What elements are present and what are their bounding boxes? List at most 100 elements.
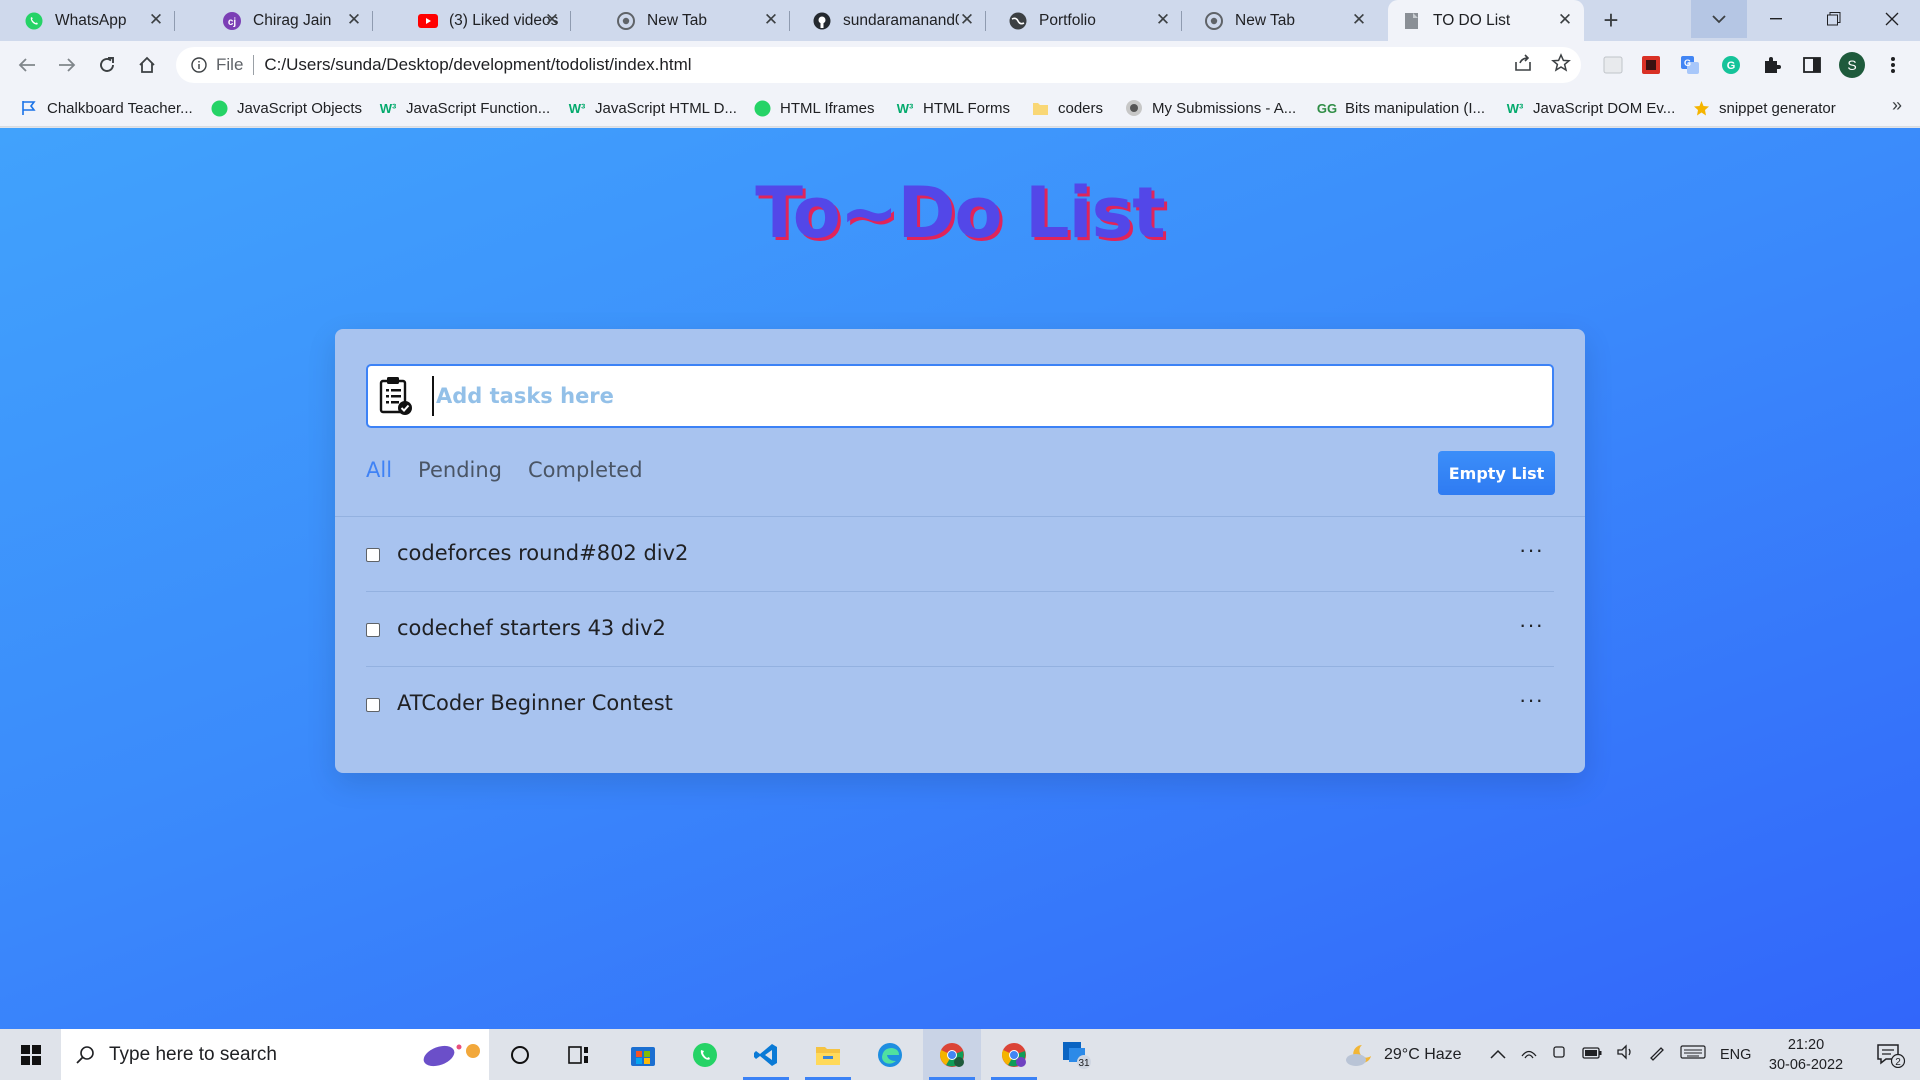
browser-menu-icon[interactable]	[1880, 52, 1906, 78]
address-bar[interactable]: File C:/Users/sunda/Desktop/development/…	[176, 47, 1581, 83]
task-label: codeforces round#802 div2	[397, 541, 689, 565]
info-icon[interactable]	[190, 56, 208, 74]
keyboard-icon[interactable]	[1680, 1044, 1706, 1065]
bookmark-item[interactable]: JavaScript Objects	[210, 97, 362, 119]
cj-logo-icon: cj	[222, 11, 242, 31]
page-viewport: To~Do List All Pending Completed Emp	[0, 128, 1920, 1029]
chrome-icon	[616, 11, 636, 31]
home-icon	[139, 56, 155, 73]
wifi-icon[interactable]	[1520, 1044, 1538, 1065]
page-icon	[1402, 11, 1422, 31]
tab-github[interactable]: sundaramanand0 ✕	[790, 0, 986, 41]
tab-close-icon[interactable]: ✕	[345, 10, 363, 29]
tab-close-icon[interactable]: ✕	[1154, 10, 1172, 29]
bookmark-item[interactable]: My Submissions - A...	[1125, 97, 1296, 119]
home-button[interactable]	[133, 51, 161, 79]
bookmark-item[interactable]: W³ JavaScript HTML D...	[568, 97, 737, 119]
minimize-button[interactable]	[1747, 0, 1805, 38]
bookmarks-overflow-button[interactable]: »	[1892, 95, 1902, 116]
cortana-icon[interactable]	[491, 1029, 549, 1080]
weather-widget[interactable]: 29°C Haze	[1344, 1029, 1462, 1080]
filter-pending[interactable]: Pending	[418, 458, 502, 482]
restore-button[interactable]	[1805, 0, 1863, 38]
bookmark-item[interactable]: Chalkboard Teacher...	[20, 97, 193, 119]
notification-center-icon[interactable]: 2	[1862, 1029, 1920, 1080]
filter-all[interactable]: All	[366, 458, 392, 482]
svg-text:2: 2	[1895, 1057, 1901, 1068]
microsoft-store-icon[interactable]	[614, 1029, 672, 1080]
bookmark-star-icon[interactable]	[1551, 53, 1571, 78]
bookmark-item[interactable]: HTML Iframes	[753, 97, 874, 119]
close-window-button[interactable]	[1863, 0, 1920, 38]
outlook-icon[interactable]: 31	[1047, 1029, 1105, 1080]
tab-whatsapp[interactable]: WhatsApp ✕	[0, 0, 175, 41]
side-panel-icon[interactable]	[1799, 52, 1825, 78]
arrow-right-icon	[59, 58, 76, 72]
bookmark-folder[interactable]: coders	[1031, 97, 1103, 119]
more-options-icon[interactable]: ···	[1519, 614, 1544, 636]
share-icon[interactable]	[1513, 53, 1533, 78]
svg-text:G: G	[1727, 60, 1736, 72]
file-explorer-icon[interactable]	[799, 1029, 857, 1080]
language-indicator[interactable]: ENG	[1720, 1047, 1751, 1063]
start-button[interactable]	[0, 1029, 61, 1080]
task-input[interactable]	[432, 376, 1532, 416]
chevron-down-icon	[1712, 14, 1726, 23]
tab-portfolio[interactable]: Portfolio ✕	[986, 0, 1182, 41]
bookmark-item[interactable]: W³ JavaScript Function...	[379, 97, 551, 119]
volume-icon[interactable]	[1616, 1044, 1634, 1065]
tab-close-icon[interactable]: ✕	[958, 10, 976, 29]
extension-translate-icon[interactable]: G	[1677, 52, 1703, 78]
forward-button[interactable]	[53, 51, 81, 79]
extensions-puzzle-icon[interactable]	[1759, 52, 1785, 78]
atcoder-icon	[1125, 99, 1143, 117]
pen-icon[interactable]	[1648, 1043, 1666, 1066]
bookmark-item[interactable]: W³ JavaScript DOM Ev...	[1506, 97, 1676, 119]
tab-close-icon[interactable]: ✕	[1556, 10, 1574, 29]
bookmark-item[interactable]: W³ HTML Forms	[896, 97, 1010, 119]
tab-new-tab-1[interactable]: New Tab ✕	[594, 0, 790, 41]
battery-icon[interactable]	[1582, 1046, 1602, 1064]
tab-chirag-jain[interactable]: cj Chirag Jain ✕	[198, 0, 373, 41]
chrome-app-icon[interactable]	[923, 1029, 981, 1080]
extension-pdf-icon[interactable]	[1638, 52, 1664, 78]
whatsapp-icon	[210, 99, 228, 117]
windows-logo-icon	[20, 1044, 41, 1065]
task-checkbox[interactable]	[366, 623, 380, 637]
task-checkbox[interactable]	[366, 698, 380, 712]
whatsapp-icon	[753, 99, 771, 117]
tab-close-icon[interactable]: ✕	[147, 10, 165, 29]
extension-pocket-icon[interactable]	[1600, 52, 1626, 78]
chevron-up-icon[interactable]	[1490, 1046, 1506, 1064]
tab-close-icon[interactable]: ✕	[543, 10, 561, 29]
new-tab-button[interactable]: +	[1598, 7, 1624, 34]
tab-todo-list[interactable]: TO DO List ✕	[1388, 0, 1584, 41]
svg-text:31: 31	[1078, 1058, 1090, 1069]
tab-search-button[interactable]	[1691, 0, 1747, 38]
extension-grammarly-icon[interactable]: G	[1718, 52, 1744, 78]
task-view-icon[interactable]	[550, 1029, 608, 1080]
tab-youtube[interactable]: (3) Liked videos - ✕	[396, 0, 571, 41]
clock[interactable]: 21:20 30-06-2022	[1766, 1035, 1846, 1075]
taskbar-search[interactable]: Type here to search	[61, 1029, 489, 1080]
whatsapp-app-icon[interactable]	[676, 1029, 734, 1080]
tab-close-icon[interactable]: ✕	[1350, 10, 1368, 29]
profile-avatar[interactable]: S	[1839, 52, 1865, 78]
svg-text:G: G	[1684, 58, 1691, 68]
vscode-icon[interactable]	[737, 1029, 795, 1080]
reload-button[interactable]	[93, 51, 121, 79]
tab-close-icon[interactable]: ✕	[762, 10, 780, 29]
more-options-icon[interactable]: ···	[1519, 689, 1544, 711]
edge-icon[interactable]	[861, 1029, 919, 1080]
filter-tabs: All Pending Completed	[366, 458, 643, 482]
more-options-icon[interactable]: ···	[1519, 539, 1544, 561]
empty-list-button[interactable]: Empty List	[1438, 451, 1555, 495]
chrome-profile-icon[interactable]	[985, 1029, 1043, 1080]
tab-new-tab-2[interactable]: New Tab ✕	[1182, 0, 1378, 41]
filter-completed[interactable]: Completed	[528, 458, 643, 482]
task-checkbox[interactable]	[366, 548, 380, 562]
bookmark-item[interactable]: GG Bits manipulation (I...	[1317, 97, 1485, 119]
back-button[interactable]	[13, 51, 41, 79]
meet-now-icon[interactable]	[1552, 1044, 1568, 1065]
bookmark-item[interactable]: snippet generator	[1692, 97, 1836, 119]
